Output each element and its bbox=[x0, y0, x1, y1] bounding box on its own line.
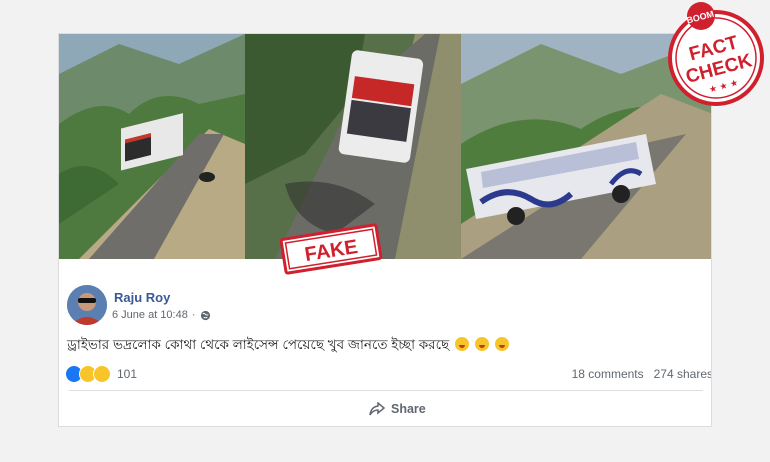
facebook-post-card: Raju Roy 6 June at 10:48 · ড্রাইভার ভদ্র… bbox=[58, 33, 712, 427]
reaction-count: 101 bbox=[117, 367, 138, 381]
globe-icon bbox=[200, 310, 210, 320]
boom-fact-check-logo: BOOM FACT CHECK ★ ★ ★ bbox=[668, 2, 764, 106]
post-text-content: ড্রাইভার ভদ্রলোক কোথা থেকে লাইসেন্স পেয়… bbox=[67, 337, 450, 352]
haha-reaction-icon bbox=[93, 365, 111, 383]
tongue-emoji-icon bbox=[494, 337, 509, 351]
shares-count[interactable]: 274 shares bbox=[654, 367, 711, 381]
post-date[interactable]: 6 June at 10:48 bbox=[112, 309, 188, 321]
engagement-counts: 18 comments 274 shares bbox=[572, 367, 711, 381]
tongue-emoji-icon bbox=[454, 337, 469, 351]
divider bbox=[69, 390, 703, 391]
comments-count[interactable]: 18 comments bbox=[572, 367, 644, 381]
tongue-emoji-icon bbox=[474, 337, 489, 351]
avatar-image bbox=[67, 285, 107, 325]
avatar[interactable] bbox=[67, 285, 107, 325]
post-meta: 6 June at 10:48 · bbox=[112, 309, 211, 321]
date-separator: · bbox=[191, 309, 196, 321]
share-button[interactable]: Share bbox=[369, 402, 426, 416]
share-label: Share bbox=[391, 402, 426, 416]
share-arrow-icon bbox=[369, 402, 385, 416]
post-body: Raju Roy 6 June at 10:48 · ড্রাইভার ভদ্র… bbox=[59, 259, 711, 426]
video-frame-1 bbox=[59, 34, 245, 259]
post-text: ড্রাইভার ভদ্রলোক কোথা থেকে লাইসেন্স পেয়… bbox=[67, 334, 509, 357]
author-name[interactable]: Raju Roy bbox=[114, 290, 170, 305]
reactions-summary[interactable]: 101 bbox=[65, 365, 137, 383]
video-frames[interactable] bbox=[59, 34, 711, 259]
bus-on-slope-image bbox=[59, 34, 245, 259]
